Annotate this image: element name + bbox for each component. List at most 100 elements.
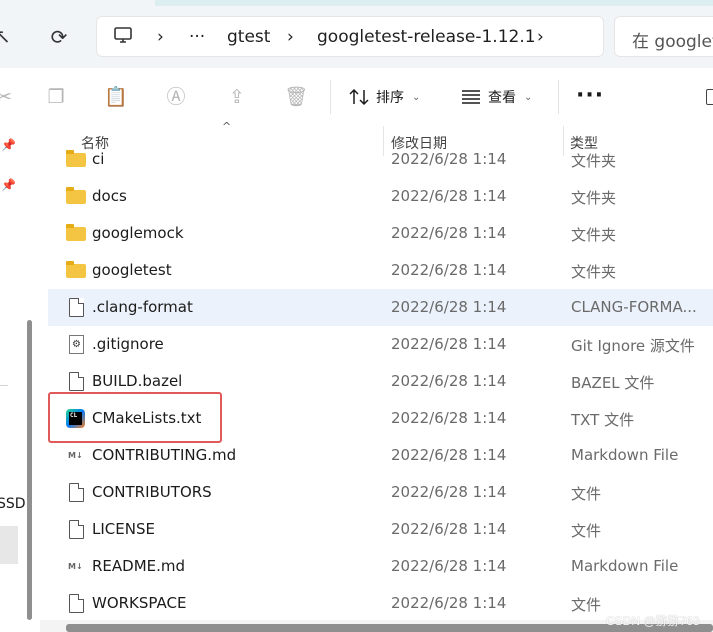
paste-icon[interactable]: 📋 [104, 85, 128, 109]
markdown-icon: M↓ [68, 451, 83, 460]
sort-ascending-icon: ^ [222, 120, 232, 133]
file-type: 文件夹 [571, 189, 617, 207]
sidebar-item-ssd[interactable]: SSD [0, 496, 26, 512]
breadcrumb-chevron-icon[interactable]: › [537, 27, 544, 47]
file-modified: 2022/6/28 1:14 [391, 150, 507, 168]
file-row[interactable]: M↓ README.md 2022/6/28 1:14 Markdown File [48, 548, 713, 585]
back-arrow-icon[interactable]: ↖ [0, 24, 11, 50]
file-row[interactable]: .clang-format 2022/6/28 1:14 CLANG-FORMA..… [48, 289, 713, 326]
file-type: 文件 [571, 485, 602, 503]
file-modified: 2022/6/28 1:14 [391, 557, 507, 575]
file-modified: 2022/6/28 1:14 [391, 335, 507, 353]
sort-button[interactable]: 排序 ⌄ [348, 85, 420, 109]
cut-icon[interactable]: ✂ [0, 85, 16, 109]
sidebar-selected-item[interactable] [0, 526, 18, 564]
file-name: WORKSPACE [92, 594, 187, 612]
file-name: .gitignore [92, 335, 164, 353]
file-type: TXT 文件 [571, 411, 635, 429]
file-type: 文件夹 [571, 152, 617, 170]
file-type: Markdown File [571, 446, 679, 464]
sort-icon [348, 86, 370, 108]
details-pane-icon[interactable] [706, 89, 713, 105]
share-icon[interactable]: ⇪ [225, 85, 249, 109]
file-name: CMakeLists.txt [92, 409, 202, 427]
breadcrumb-chevron-icon[interactable]: › [287, 27, 294, 47]
file-row[interactable]: CONTRIBUTORS 2022/6/28 1:14 文件 [48, 474, 713, 511]
search-input[interactable]: 在 googlet [614, 16, 713, 57]
chevron-down-icon: ⌄ [524, 91, 533, 103]
view-button[interactable]: 查看 ⌄ [460, 85, 532, 109]
folder-icon [66, 150, 86, 169]
folder-icon [66, 224, 86, 243]
folder-icon [66, 261, 86, 280]
file-icon [66, 520, 86, 539]
file-row[interactable]: LICENSE 2022/6/28 1:14 文件 [48, 511, 713, 548]
file-row[interactable]: googletest 2022/6/28 1:14 文件夹 [48, 252, 713, 289]
file-row[interactable]: ⚙ .gitignore 2022/6/28 1:14 Git Ignore 源文件 [48, 326, 713, 363]
markdown-icon: M↓ [68, 562, 83, 571]
file-name: ci [92, 150, 105, 168]
file-row[interactable]: BUILD.bazel 2022/6/28 1:14 BAZEL 文件 [48, 363, 713, 400]
file-name: README.md [92, 557, 186, 575]
file-modified: 2022/6/28 1:14 [391, 372, 507, 390]
file-name: LICENSE [92, 520, 155, 538]
address-bar[interactable]: › ··· gtest › googletest-release-1.12.1 … [96, 16, 604, 57]
copy-icon[interactable]: ❐ [44, 85, 68, 109]
more-options-button[interactable]: ··· [576, 83, 604, 108]
file-type: Git Ignore 源文件 [571, 337, 695, 355]
folder-icon [66, 187, 86, 206]
file-name: googletest [92, 261, 172, 279]
file-type: 文件夹 [571, 263, 617, 281]
breadcrumb-current[interactable]: googletest-release-1.12.1 [317, 27, 536, 47]
file-name: docs [92, 187, 127, 205]
breadcrumb-overflow[interactable]: ··· [189, 27, 205, 47]
file-modified: 2022/6/28 1:14 [391, 409, 507, 427]
file-modified: 2022/6/28 1:14 [391, 298, 507, 316]
sort-label: 排序 [376, 90, 404, 106]
file-modified: 2022/6/28 1:14 [391, 187, 507, 205]
search-placeholder: 在 googlet [632, 32, 713, 52]
file-modified: 2022/6/28 1:14 [391, 520, 507, 538]
computer-icon[interactable] [113, 25, 133, 50]
command-bar: ✂ ❐ 📋 Ⓐ ⇪ 🗑 排序 ⌄ 查看 ⌄ ··· [0, 68, 713, 126]
file-type: Markdown File [571, 557, 679, 575]
file-name: BUILD.bazel [92, 372, 183, 390]
file-modified: 2022/6/28 1:14 [391, 446, 507, 464]
rename-icon[interactable]: Ⓐ [164, 85, 188, 109]
file-type: 文件 [571, 596, 602, 614]
file-row[interactable]: ci 2022/6/28 1:14 文件夹 [48, 142, 713, 178]
tab-accent [155, 0, 713, 6]
delete-icon[interactable]: 🗑 [284, 85, 308, 109]
file-row[interactable]: docs 2022/6/28 1:14 文件夹 [48, 178, 713, 215]
file-row[interactable]: CL CMakeLists.txt 2022/6/28 1:14 TXT 文件 [48, 400, 713, 437]
toolbar-divider [330, 80, 331, 114]
file-modified: 2022/6/28 1:14 [391, 483, 507, 501]
navigation-pane: 📌 📌 SSD [0, 126, 36, 632]
clion-icon: CL [66, 409, 86, 428]
settings-file-icon: ⚙ [66, 335, 86, 354]
file-type: CLANG-FORMA... [571, 298, 697, 316]
file-modified: 2022/6/28 1:14 [391, 594, 507, 612]
file-icon [66, 372, 86, 391]
file-row[interactable]: M↓ CONTRIBUTING.md 2022/6/28 1:14 Markdown … [48, 437, 713, 474]
pin-icon[interactable]: 📌 [1, 138, 16, 152]
file-type: 文件夹 [571, 226, 617, 244]
toolbar-divider [558, 80, 559, 114]
breadcrumb-gtest[interactable]: gtest [227, 27, 270, 47]
sidebar-scrollbar[interactable] [27, 320, 32, 620]
file-name: CONTRIBUTORS [92, 483, 212, 501]
file-list: ci 2022/6/28 1:14 文件夹 docs 2022/6/28 1:14 文件夹… [48, 142, 713, 622]
file-icon [66, 298, 86, 317]
file-name: .clang-format [92, 298, 193, 316]
view-label: 查看 [488, 90, 516, 106]
file-modified: 2022/6/28 1:14 [391, 224, 507, 242]
file-name: googlemock [92, 224, 184, 242]
breadcrumb-chevron-icon[interactable]: › [157, 27, 164, 47]
refresh-icon[interactable]: ⟳ [46, 24, 72, 50]
pin-icon[interactable]: 📌 [1, 178, 16, 192]
file-icon [66, 594, 86, 613]
file-row[interactable]: googlemock 2022/6/28 1:14 文件夹 [48, 215, 713, 252]
file-icon [66, 483, 86, 502]
file-type: 文件 [571, 522, 602, 540]
file-type: BAZEL 文件 [571, 374, 655, 392]
